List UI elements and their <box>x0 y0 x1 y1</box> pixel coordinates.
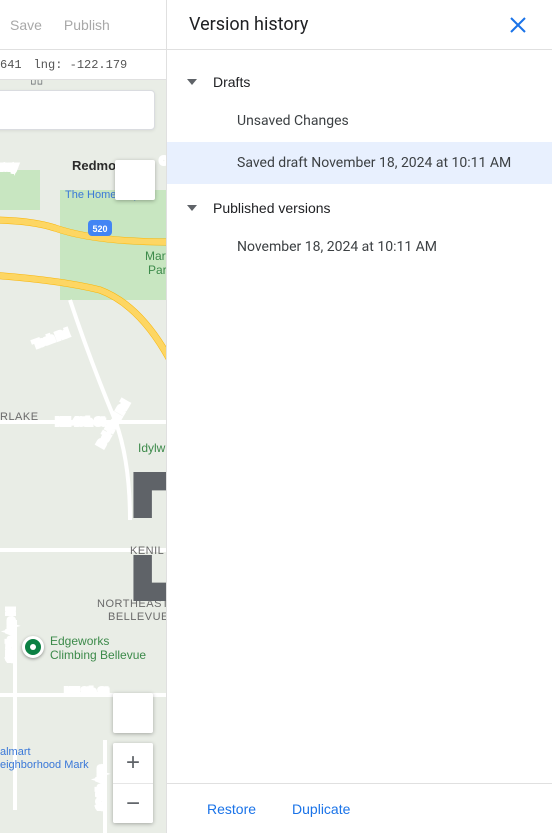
section-published-label: Published versions <box>213 200 331 216</box>
coords-bar: 641 lng: -122.179 <box>0 50 166 80</box>
version-history-panel: Version history Drafts Unsaved Changes S… <box>166 0 552 833</box>
target-icon <box>113 693 166 833</box>
close-icon <box>509 16 527 34</box>
poi-edge1: Edgeworks <box>50 634 109 648</box>
panel-header: Version history <box>167 0 552 50</box>
map-search-box[interactable] <box>0 90 155 130</box>
panel-title: Version history <box>189 14 308 35</box>
library-label: rary <box>0 162 17 173</box>
chevron-down-icon <box>187 79 197 85</box>
section-drafts-label: Drafts <box>213 74 250 90</box>
lng-value: lng: -122.179 <box>34 58 128 72</box>
map-marker[interactable] <box>22 636 44 658</box>
poi-wal1: almart <box>0 746 31 758</box>
road-156: 156th Ave N <box>6 608 17 662</box>
version-item-saved-draft[interactable]: Saved draft November 18, 2024 at 10:11 A… <box>167 142 552 184</box>
version-item-published[interactable]: November 18, 2024 at 10:11 AM <box>167 226 552 268</box>
panel-body: Drafts Unsaved Changes Saved draft Novem… <box>167 50 552 783</box>
library-icon: ▯▯ <box>30 80 43 86</box>
poi-wal2: eighborhood Mark <box>0 759 89 771</box>
close-button[interactable] <box>506 13 530 37</box>
publish-button[interactable]: Publish <box>64 17 110 33</box>
road-164: 164th Ave <box>96 765 107 810</box>
road-ne40: NE 40th St <box>56 417 105 428</box>
duplicate-button[interactable]: Duplicate <box>292 801 350 817</box>
save-button[interactable]: Save <box>10 17 42 33</box>
road-ne8: NE 8th St <box>65 687 108 698</box>
highway-shield: 520 <box>92 224 107 234</box>
fullscreen-button[interactable] <box>115 160 155 200</box>
version-item-unsaved[interactable]: Unsaved Changes <box>167 100 552 142</box>
section-published[interactable]: Published versions <box>167 190 552 226</box>
map-controls: + − <box>113 693 153 823</box>
road-tosh: Tosh Rd <box>32 328 70 351</box>
map-canvas[interactable]: 520 Redmond rary Cast The Home Dep Mary … <box>0 80 166 833</box>
chevron-down-icon <box>187 205 197 211</box>
toolbar: Save Publish <box>0 0 166 50</box>
lat-value: 641 <box>0 58 22 72</box>
neigh-overlake: RLAKE <box>0 411 39 423</box>
my-location-button[interactable] <box>113 693 153 733</box>
panel-footer: Restore Duplicate <box>167 783 552 833</box>
restore-button[interactable]: Restore <box>207 801 256 817</box>
section-drafts[interactable]: Drafts <box>167 64 552 100</box>
